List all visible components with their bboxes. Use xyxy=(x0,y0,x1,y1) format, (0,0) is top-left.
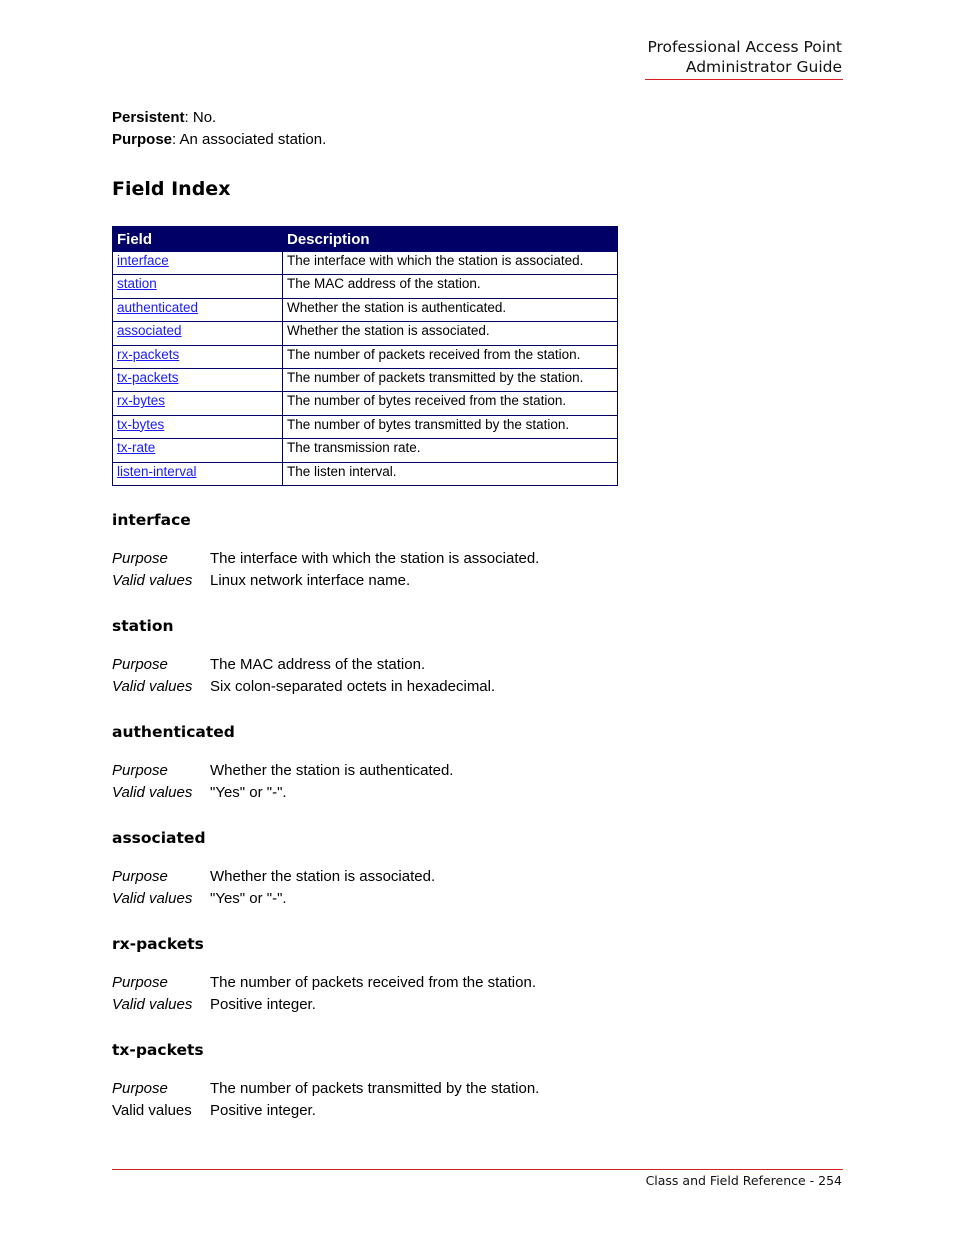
purpose-text: The number of packets received from the … xyxy=(210,974,536,991)
field-section-tx-packets: tx-packets Purpose The number of packets … xyxy=(112,1040,539,1122)
table-row: tx-bytes The number of bytes transmitted … xyxy=(112,414,618,440)
header-divider xyxy=(645,79,843,80)
purpose-text: Whether the station is associated. xyxy=(210,868,436,885)
purpose-label: Purpose xyxy=(112,1080,168,1097)
valid-values-text: Six colon-separated octets in hexadecima… xyxy=(210,678,496,695)
field-description: The MAC address of the station. xyxy=(282,274,618,299)
section-title: Field Index xyxy=(112,178,231,200)
persistent-value: : No. xyxy=(184,109,217,126)
field-section-station: station Purpose The MAC address of the st… xyxy=(112,616,495,698)
persistent-label: Persistent xyxy=(112,109,185,126)
purpose-label: Purpose xyxy=(112,868,168,885)
footer-divider xyxy=(112,1169,843,1170)
page-header: Professional Access Point Administrator … xyxy=(647,37,842,77)
field-link-interface[interactable]: interface xyxy=(117,253,169,268)
header-line-1: Professional Access Point xyxy=(647,38,842,56)
field-section-associated: associated Purpose Whether the station is… xyxy=(112,828,435,910)
field-link-tx-rate[interactable]: tx-rate xyxy=(117,440,155,455)
purpose-label: Purpose xyxy=(112,131,173,148)
table-row: tx-rate The transmission rate. xyxy=(112,438,618,463)
field-description: Whether the station is associated. xyxy=(282,321,618,346)
purpose-label: Purpose xyxy=(112,762,168,779)
page-footer: Class and Field Reference - 254 xyxy=(645,1173,842,1188)
table-row: station The MAC address of the station. xyxy=(112,274,618,299)
purpose-value: : An associated station. xyxy=(172,131,327,148)
field-index-table: Field Description interface The interface… xyxy=(112,226,618,486)
purpose-label: Purpose xyxy=(112,656,168,673)
field-heading: station xyxy=(112,617,174,635)
valid-values-label: Valid values xyxy=(112,996,193,1013)
field-description: The number of bytes transmitted by the s… xyxy=(282,414,618,440)
field-link-authenticated[interactable]: authenticated xyxy=(117,300,198,315)
valid-values-text: "Yes" or "-". xyxy=(210,784,287,801)
field-link-tx-bytes[interactable]: tx-bytes xyxy=(117,417,164,432)
column-header-description: Description xyxy=(282,226,618,252)
table-row: rx-bytes The number of bytes received fro… xyxy=(112,391,618,416)
field-heading: tx-packets xyxy=(112,1041,204,1059)
table-row: tx-packets The number of packets transmit… xyxy=(112,367,618,393)
field-section-rx-packets: rx-packets Purpose The number of packets … xyxy=(112,934,536,1016)
valid-values-text: Linux network interface name. xyxy=(210,572,411,589)
purpose-text: Whether the station is authenticated. xyxy=(210,762,454,779)
field-description: The transmission rate. xyxy=(282,438,618,463)
valid-values-label: Valid values xyxy=(112,678,193,695)
table-row: associated Whether the station is associa… xyxy=(112,321,618,346)
field-section-interface: interface Purpose The interface with whic… xyxy=(112,510,539,592)
valid-values-label: Valid values xyxy=(112,1102,192,1119)
table-row: authenticated Whether the station is auth… xyxy=(112,297,618,323)
table-row: interface The interface with which the st… xyxy=(112,250,618,276)
field-description: Whether the station is authenticated. xyxy=(282,297,618,323)
field-section-authenticated: authenticated Purpose Whether the station… xyxy=(112,722,453,804)
field-link-station[interactable]: station xyxy=(117,276,157,291)
valid-values-label: Valid values xyxy=(112,572,193,589)
purpose-text: The number of packets transmitted by the… xyxy=(210,1080,540,1097)
table-row: listen-interval The listen interval. xyxy=(112,461,618,486)
field-link-listen-interval[interactable]: listen-interval xyxy=(117,464,197,479)
field-link-associated[interactable]: associated xyxy=(117,323,182,338)
field-heading: authenticated xyxy=(112,723,235,741)
purpose-label: Purpose xyxy=(112,974,168,991)
field-description: The listen interval. xyxy=(282,461,618,486)
class-meta: Persistent: No. Purpose: An associated s… xyxy=(112,107,326,151)
field-heading: interface xyxy=(112,511,191,529)
valid-values-text: "Yes" or "-". xyxy=(210,890,287,907)
column-header-field: Field xyxy=(112,226,283,252)
field-description: The number of bytes received from the st… xyxy=(282,391,618,416)
valid-values-label: Valid values xyxy=(112,784,193,801)
purpose-line: Purpose: An associated station. xyxy=(112,129,326,151)
field-link-tx-packets[interactable]: tx-packets xyxy=(117,370,179,385)
valid-values-text: Positive integer. xyxy=(210,996,316,1013)
purpose-label: Purpose xyxy=(112,550,168,567)
field-link-rx-packets[interactable]: rx-packets xyxy=(117,347,179,362)
field-link-rx-bytes[interactable]: rx-bytes xyxy=(117,393,165,408)
field-description: The interface with which the station is … xyxy=(282,250,618,276)
field-description: The number of packets received from the … xyxy=(282,344,618,369)
field-description: The number of packets transmitted by the… xyxy=(282,367,618,393)
purpose-text: The MAC address of the station. xyxy=(210,656,426,673)
purpose-text: The interface with which the station is … xyxy=(210,550,540,567)
valid-values-text: Positive integer. xyxy=(210,1102,316,1119)
valid-values-label: Valid values xyxy=(112,890,193,907)
header-line-2: Administrator Guide xyxy=(685,58,842,76)
table-row: rx-packets The number of packets received… xyxy=(112,344,618,369)
table-header-row: Field Description xyxy=(112,226,618,252)
field-heading: rx-packets xyxy=(112,935,204,953)
persistent-line: Persistent: No. xyxy=(112,107,326,129)
field-heading: associated xyxy=(112,829,206,847)
